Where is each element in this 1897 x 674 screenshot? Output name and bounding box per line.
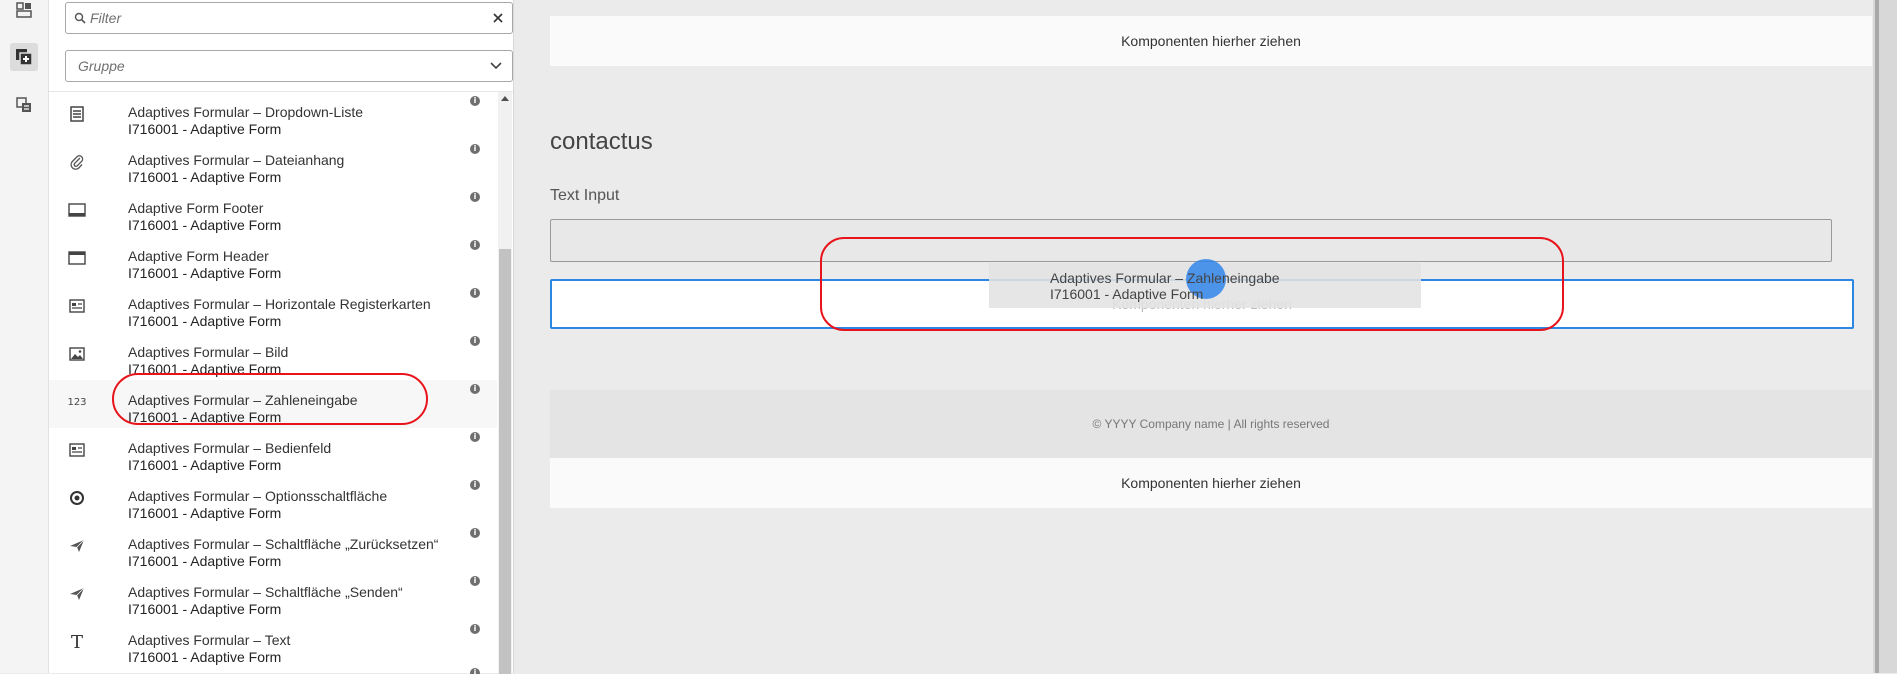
number-input-icon: 123 bbox=[67, 396, 87, 408]
scroll-up-arrow[interactable] bbox=[501, 96, 509, 101]
drop-zone[interactable]: Komponenten hierher ziehen bbox=[550, 16, 1872, 66]
item-title: Adaptive Form Footer bbox=[128, 200, 264, 216]
info-icon[interactable]: i bbox=[470, 384, 480, 394]
item-title: Adaptives Formular – Optionsschaltfläche bbox=[128, 488, 388, 504]
component-list: Adaptives Formular – Dropdown-Liste I716… bbox=[49, 91, 513, 674]
filter-input[interactable] bbox=[90, 3, 470, 33]
item-subtitle: I716001 - Adaptive Form bbox=[128, 169, 282, 185]
filter-field[interactable] bbox=[65, 2, 513, 34]
drag-ghost: Adaptives Formular – Zahleneingabe I7160… bbox=[989, 259, 1421, 308]
scroll-thumb[interactable] bbox=[499, 249, 511, 674]
item-subtitle: I716001 - Adaptive Form bbox=[128, 409, 282, 425]
item-title: Adaptives Formular – Horizontale Registe… bbox=[128, 296, 431, 312]
image-icon bbox=[65, 342, 89, 366]
item-subtitle: I716001 - Adaptive Form bbox=[128, 361, 282, 377]
item-subtitle: I716001 - Adaptive Form bbox=[128, 217, 282, 233]
item-title: Adaptive Form Header bbox=[128, 248, 269, 264]
assets-icon[interactable] bbox=[10, 0, 38, 24]
item-title: Adaptives Formular – Schaltfläche „Zurüc… bbox=[128, 536, 439, 552]
page-canvas: Komponenten hierher ziehen contactus Tex… bbox=[549, 0, 1873, 673]
item-title: Adaptives Formular – Dropdown-Liste bbox=[128, 104, 363, 120]
info-icon[interactable]: i bbox=[470, 528, 480, 538]
header-icon bbox=[65, 246, 89, 270]
chevron-down-icon bbox=[490, 62, 502, 70]
search-icon bbox=[74, 12, 86, 24]
info-icon[interactable]: i bbox=[470, 96, 480, 106]
list-item[interactable]: T Adaptives Formular – Text I716001 - Ad… bbox=[49, 620, 497, 668]
list-item[interactable]: Adaptives Formular – Schaltfläche „Sende… bbox=[49, 572, 497, 620]
list-item[interactable]: Adaptives Formular – Horizontale Registe… bbox=[49, 284, 497, 332]
list-scrollbar[interactable] bbox=[498, 92, 512, 674]
components-icon[interactable] bbox=[10, 43, 38, 71]
item-title: Adaptives Formular – Bild bbox=[128, 344, 289, 360]
send-icon bbox=[65, 582, 89, 606]
footer-text: © YYYY Company name | All rights reserve… bbox=[550, 390, 1872, 458]
info-icon[interactable]: i bbox=[470, 432, 480, 442]
item-subtitle: I716001 - Adaptive Form bbox=[128, 121, 282, 137]
list-item[interactable]: 123 Adaptives Formular – Zahleneingabe I… bbox=[49, 380, 497, 428]
list-item[interactable]: Adaptives Formular – Optionsschaltfläche… bbox=[49, 476, 497, 524]
tabs-icon bbox=[65, 294, 89, 318]
drag-ghost-subtitle: I716001 - Adaptive Form bbox=[1050, 286, 1204, 302]
item-subtitle: I716001 - Adaptive Form bbox=[128, 553, 282, 569]
attachment-icon bbox=[65, 150, 89, 174]
info-icon[interactable]: i bbox=[470, 288, 480, 298]
item-subtitle: I716001 - Adaptive Form bbox=[128, 505, 282, 521]
info-icon[interactable]: i bbox=[470, 144, 480, 154]
group-placeholder: Gruppe bbox=[78, 58, 125, 74]
list-item[interactable]: Adaptives Formular – Bild I716001 - Adap… bbox=[49, 332, 497, 380]
list-item[interactable]: Adaptives Formular – Schaltfläche „Zurüc… bbox=[49, 524, 497, 572]
radio-button-icon bbox=[65, 486, 89, 510]
text-icon: T bbox=[70, 631, 83, 653]
info-icon[interactable]: i bbox=[470, 192, 480, 202]
send-icon bbox=[65, 534, 89, 558]
item-subtitle: I716001 - Adaptive Form bbox=[128, 313, 282, 329]
form-title: contactus bbox=[550, 128, 653, 155]
footer-icon bbox=[65, 198, 89, 222]
left-rail bbox=[0, 0, 49, 673]
content-tree-icon[interactable] bbox=[10, 91, 38, 119]
item-title: Adaptives Formular – Text bbox=[128, 632, 291, 648]
drag-ghost-title: Adaptives Formular – Zahleneingabe bbox=[1050, 270, 1280, 286]
right-edge-bar bbox=[1873, 0, 1897, 673]
item-title: Adaptives Formular – Bedienfeld bbox=[128, 440, 332, 456]
clear-icon[interactable] bbox=[493, 13, 503, 23]
item-subtitle: I716001 - Adaptive Form bbox=[128, 649, 282, 665]
list-item[interactable]: Adaptives Formular – Dateianhang I716001… bbox=[49, 140, 497, 188]
info-icon[interactable]: i bbox=[470, 668, 480, 674]
item-title: Adaptives Formular – Schaltfläche „Sende… bbox=[128, 584, 403, 600]
group-select[interactable]: Gruppe bbox=[65, 50, 513, 82]
item-title: Adaptives Formular – Zahleneingabe bbox=[128, 392, 358, 408]
info-icon[interactable]: i bbox=[470, 480, 480, 490]
list-item[interactable]: Adaptive Form Footer I716001 - Adaptive … bbox=[49, 188, 497, 236]
components-panel: Gruppe Adaptives Formular – Dropdown-Lis… bbox=[49, 0, 514, 674]
panel-icon bbox=[65, 438, 89, 462]
field-label: Text Input bbox=[550, 187, 620, 204]
item-subtitle: I716001 - Adaptive Form bbox=[128, 457, 282, 473]
drop-zone[interactable]: Komponenten hierher ziehen bbox=[550, 458, 1872, 508]
info-icon[interactable]: i bbox=[470, 336, 480, 346]
item-subtitle: I716001 - Adaptive Form bbox=[128, 265, 282, 281]
list-item[interactable]: Adaptives Formular – Bedienfeld I716001 … bbox=[49, 428, 497, 476]
text-input-field[interactable] bbox=[550, 219, 1832, 262]
item-subtitle: I716001 - Adaptive Form bbox=[128, 601, 282, 617]
info-icon[interactable]: i bbox=[470, 624, 480, 634]
edge-divider bbox=[1875, 0, 1879, 673]
info-icon[interactable]: i bbox=[470, 240, 480, 250]
dropdown-list-icon bbox=[65, 102, 89, 126]
list-item[interactable]: Adaptives Formular – Dropdown-Liste I716… bbox=[49, 92, 497, 140]
list-item[interactable]: Adaptive Form Header I716001 - Adaptive … bbox=[49, 236, 497, 284]
info-icon[interactable]: i bbox=[470, 576, 480, 586]
item-title: Adaptives Formular – Dateianhang bbox=[128, 152, 345, 168]
